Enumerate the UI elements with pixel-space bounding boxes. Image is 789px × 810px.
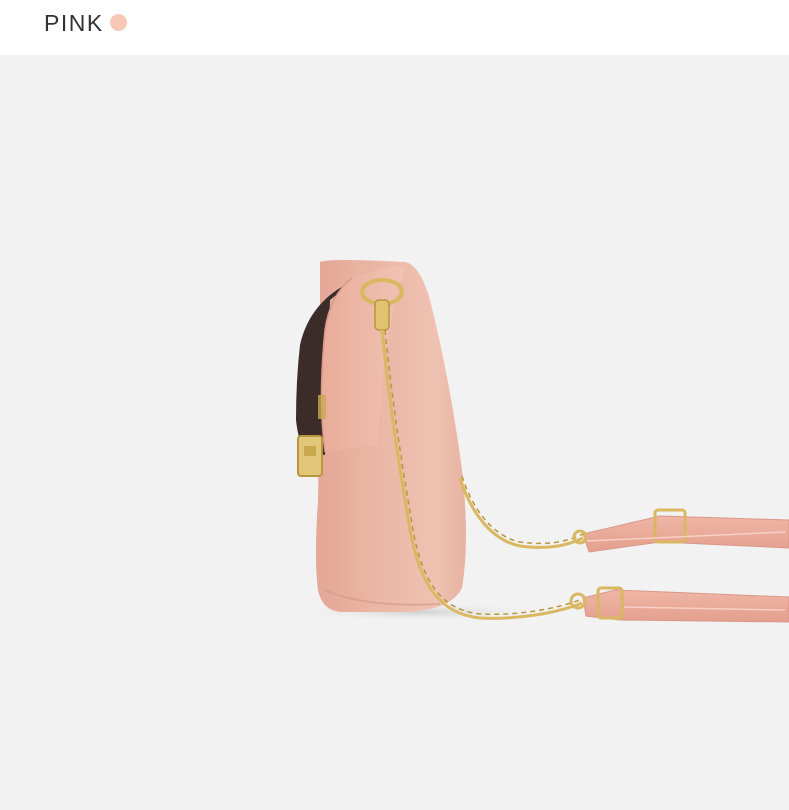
product-photo [0,55,789,810]
bag-illustration [290,260,789,623]
color-swatch-dot[interactable] [110,14,127,31]
bag-hook [374,299,390,331]
color-label: PINK [44,10,104,36]
color-header: PINK [0,0,789,55]
